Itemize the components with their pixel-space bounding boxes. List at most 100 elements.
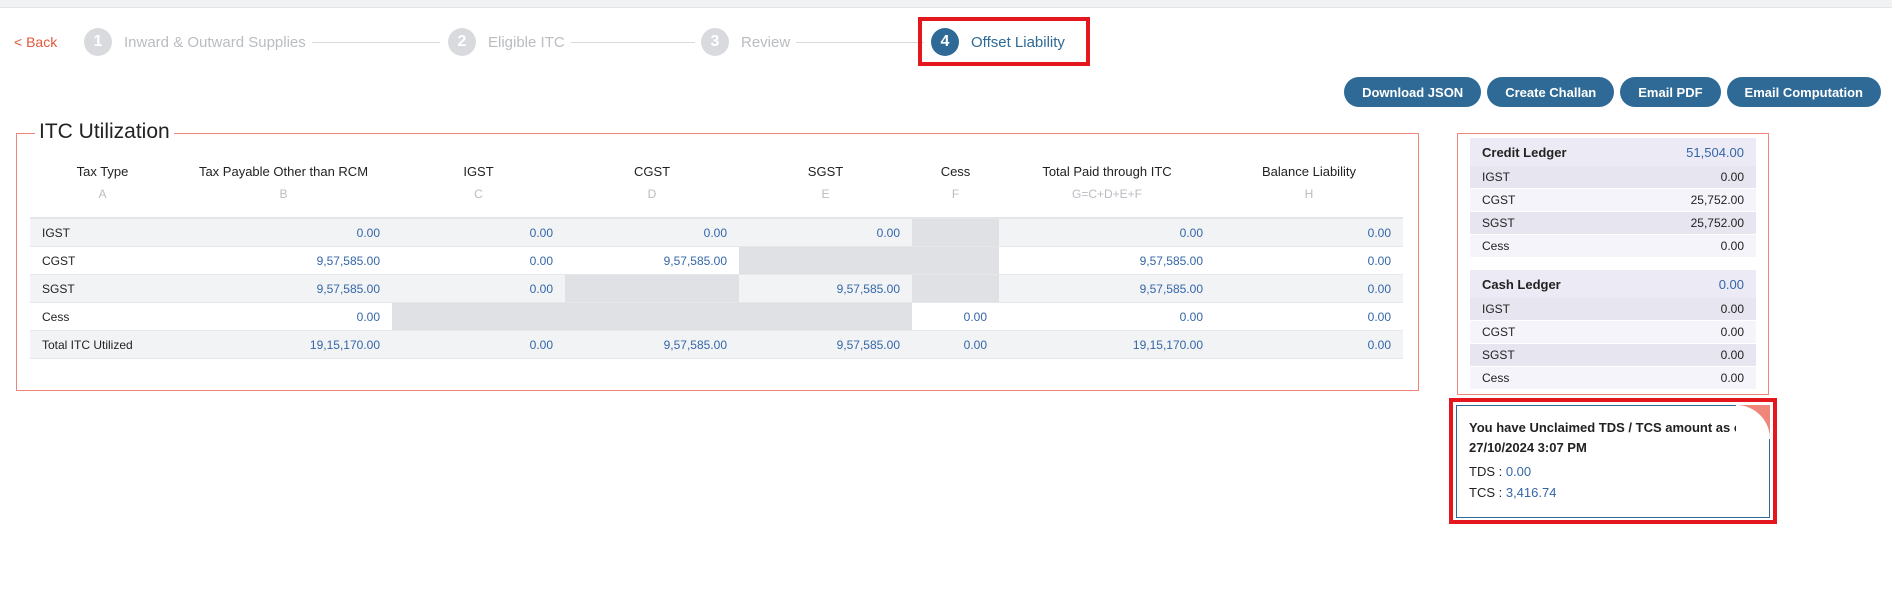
- payable-cell: 0.00: [356, 225, 380, 240]
- unclaimed-message: You have Unclaimed TDS / TCS amount as o…: [1469, 420, 1758, 455]
- tcs-line: TCS : 3,416.74: [1469, 485, 1557, 500]
- step-connector: [796, 41, 925, 43]
- header-total-paid: Total Paid through ITC G=C+D+E+F: [1042, 164, 1172, 201]
- igst-cell: 0.00: [529, 253, 553, 268]
- igst-cell: 0.00: [529, 281, 553, 296]
- email-computation-button[interactable]: Email Computation: [1726, 77, 1881, 107]
- step-3-number: 3: [701, 28, 729, 56]
- credit-ledger: Credit Ledger 51,504.00 IGST 0.00 CGST 25,…: [1470, 138, 1756, 258]
- action-buttons: Download JSON Create Challan Email PDF E…: [1344, 77, 1881, 107]
- tcs-value: 3,416.74: [1505, 485, 1557, 500]
- header-tax-payable: Tax Payable Other than RCM B: [198, 164, 369, 201]
- balance-cell: 0.00: [1367, 309, 1391, 324]
- balance-cell: 0.00: [1367, 337, 1391, 352]
- total-row: Total ITC Utilized 19,15,170.00 0.00 9,5…: [30, 331, 1403, 359]
- create-challan-button[interactable]: Create Challan: [1487, 77, 1615, 107]
- total-cell: 0.00: [1179, 309, 1203, 324]
- step-2-number: 2: [448, 28, 476, 56]
- header-sgst: SGST E: [807, 164, 844, 201]
- balance-cell: 0.00: [1367, 225, 1391, 240]
- step-1[interactable]: 1 Inward & Outward Supplies: [84, 24, 440, 60]
- cash-ledger-total: 0.00: [1718, 276, 1744, 292]
- credit-ledger-header: Credit Ledger 51,504.00: [1470, 138, 1756, 166]
- ledger-row: IGST 0.00: [1470, 298, 1756, 321]
- ledger-row: SGST 25,752.00: [1470, 212, 1756, 235]
- igst-cell: 0.00: [529, 337, 553, 352]
- sgst-cell: [739, 303, 912, 330]
- balance-cell: 0.00: [1367, 281, 1391, 296]
- sgst-cell: 0.00: [876, 225, 900, 240]
- cgst-cell: 0.00: [703, 225, 727, 240]
- cess-cell: [912, 275, 999, 302]
- tax-type-cell: Cess: [42, 309, 70, 324]
- ledger-row: Cess 0.00: [1470, 367, 1756, 390]
- table-row: CGST 9,57,585.00 0.00 9,57,585.00 9,57,5…: [30, 247, 1403, 275]
- sgst-cell: 9,57,585.00: [836, 281, 900, 296]
- step-2[interactable]: 2 Eligible ITC: [448, 24, 695, 60]
- payable-cell: 9,57,585.00: [316, 281, 380, 296]
- step-connector: [311, 41, 440, 43]
- igst-cell: 0.00: [529, 225, 553, 240]
- credit-ledger-total: 51,504.00: [1686, 144, 1744, 160]
- step-2-label: Eligible ITC: [488, 33, 565, 51]
- itc-utilization-panel: ITC Utilization Tax Type A Tax Payable Ot…: [16, 120, 1419, 391]
- total-cell: 9,57,585.00: [1139, 253, 1203, 268]
- table-row: SGST 9,57,585.00 0.00 9,57,585.00 9,57,5…: [30, 275, 1403, 303]
- balance-cell: 0.00: [1367, 253, 1391, 268]
- ledger-row: Cess 0.00: [1470, 235, 1756, 258]
- igst-cell: [392, 303, 565, 330]
- step-3-label: Review: [741, 33, 791, 51]
- email-pdf-button[interactable]: Email PDF: [1620, 77, 1721, 107]
- sgst-cell: 9,57,585.00: [836, 337, 900, 352]
- step-connector: [570, 41, 695, 43]
- step-1-label: Inward & Outward Supplies: [124, 33, 306, 51]
- cash-ledger-title: Cash Ledger: [1482, 276, 1561, 292]
- table-header: Tax Type A Tax Payable Other than RCM B IG…: [30, 164, 1403, 214]
- corner-ribbon-icon: [1736, 405, 1770, 439]
- top-bar: [0, 0, 1892, 8]
- table-row: Cess 0.00 0.00 0.00 0.00: [30, 303, 1403, 331]
- header-balance-liability: Balance Liability H: [1262, 164, 1356, 201]
- itc-table: Tax Type A Tax Payable Other than RCM B IG…: [30, 164, 1403, 359]
- cash-ledger-header: Cash Ledger 0.00: [1470, 270, 1756, 298]
- ledger-row: SGST 0.00: [1470, 344, 1756, 367]
- tax-type-cell: Total ITC Utilized: [42, 337, 133, 352]
- payable-cell: 9,57,585.00: [316, 253, 380, 268]
- cgst-cell: [565, 275, 739, 302]
- tax-type-cell: SGST: [42, 281, 75, 296]
- tax-type-cell: IGST: [42, 225, 71, 240]
- itc-utilization-title: ITC Utilization: [35, 120, 174, 144]
- cgst-cell: 9,57,585.00: [663, 337, 727, 352]
- ledger-row: IGST 0.00: [1470, 166, 1756, 189]
- header-igst: IGST C: [463, 164, 494, 201]
- cess-cell: [912, 247, 999, 274]
- table-row: IGST 0.00 0.00 0.00 0.00 0.00 0.00: [30, 219, 1403, 247]
- tds-line: TDS : 0.00: [1469, 464, 1532, 479]
- cgst-cell: [565, 303, 739, 330]
- payable-cell: 0.00: [356, 309, 380, 324]
- sgst-cell: [739, 247, 912, 274]
- header-cess: Cess F: [940, 164, 971, 201]
- step-highlight-box: [918, 17, 1090, 66]
- tax-type-cell: CGST: [42, 253, 76, 268]
- ledger-row: CGST 0.00: [1470, 321, 1756, 344]
- header-tax-type: Tax Type A: [76, 164, 129, 201]
- back-link[interactable]: < Back: [14, 34, 57, 50]
- tds-value: 0.00: [1505, 464, 1532, 479]
- header-cgst: CGST D: [633, 164, 671, 201]
- total-cell: 19,15,170.00: [1132, 337, 1203, 352]
- step-3[interactable]: 3 Review: [701, 24, 925, 60]
- ledger-panel: Credit Ledger 51,504.00 IGST 0.00 CGST 25,…: [1457, 133, 1769, 395]
- total-cell: 0.00: [1179, 225, 1203, 240]
- payable-cell: 19,15,170.00: [309, 337, 380, 352]
- cess-cell: 0.00: [963, 337, 987, 352]
- cess-cell: [912, 219, 999, 246]
- cash-ledger: Cash Ledger 0.00 IGST 0.00 CGST 0.00 SGST 0…: [1470, 270, 1756, 390]
- cgst-cell: 9,57,585.00: [663, 253, 727, 268]
- cess-cell: 0.00: [963, 309, 987, 324]
- ledger-row: CGST 25,752.00: [1470, 189, 1756, 212]
- download-json-button[interactable]: Download JSON: [1344, 77, 1482, 107]
- step-1-number: 1: [84, 28, 112, 56]
- unclaimed-tds-tcs-card: You have Unclaimed TDS / TCS amount as o…: [1456, 405, 1770, 518]
- total-cell: 9,57,585.00: [1139, 281, 1203, 296]
